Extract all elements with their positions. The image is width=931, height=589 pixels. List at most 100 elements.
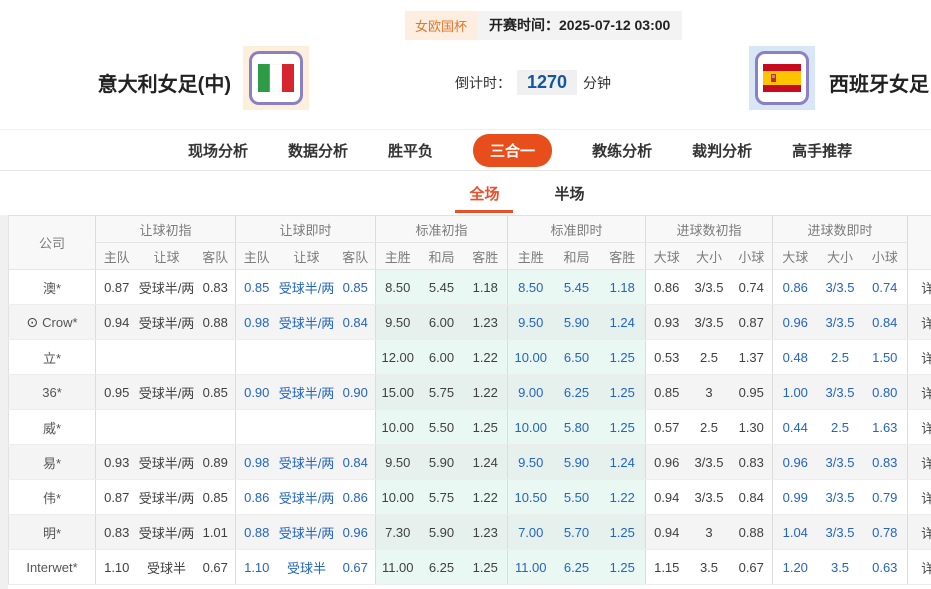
odds-cell: 受球半/两 xyxy=(278,305,336,340)
away-team-name: 西班牙女足 xyxy=(829,68,929,97)
odds-cell: 受球半/两 xyxy=(138,270,196,305)
detail-link[interactable]: 详情 xyxy=(908,550,931,585)
odds-cell: 0.95 xyxy=(96,375,138,410)
odds-cell: 5.75 xyxy=(420,375,464,410)
group-goals-initial: 进球数初指 xyxy=(646,216,773,243)
tab-coach-analysis[interactable]: 教练分析 xyxy=(592,140,652,161)
odds-cell: 0.88 xyxy=(731,515,773,550)
detail-link[interactable]: 详情 xyxy=(908,375,931,410)
col-draw: 和局 xyxy=(420,243,464,270)
odds-cell: 2.5 xyxy=(818,410,863,445)
odds-cell: 5.90 xyxy=(420,445,464,480)
odds-cell: 3/3.5 xyxy=(688,305,731,340)
detail-link[interactable]: 详情 xyxy=(908,480,931,515)
odds-cell: 1.01 xyxy=(196,515,236,550)
tab-data-analysis[interactable]: 数据分析 xyxy=(288,140,348,161)
odds-cell: 0.67 xyxy=(336,550,376,585)
tab-three-in-one[interactable]: 三合一 xyxy=(473,134,552,167)
odds-cell xyxy=(196,340,236,375)
odds-cell: 0.95 xyxy=(731,375,773,410)
col-line: 大小 xyxy=(688,243,731,270)
odds-table-body: 澳*0.87受球半/两0.830.85受球半/两0.858.505.451.18… xyxy=(9,270,931,585)
odds-cell: 0.87 xyxy=(96,480,138,515)
tab-expert-recommend[interactable]: 高手推荐 xyxy=(792,140,852,161)
odds-page: 女欧国杯 开赛时间：2025-07-12 03:00 意大利女足(中) 倒计时：… xyxy=(0,0,931,589)
odds-cell: 1.20 xyxy=(773,550,818,585)
odds-cell: 1.24 xyxy=(600,445,646,480)
odds-cell: 6.25 xyxy=(554,375,600,410)
odds-cell: 5.75 xyxy=(420,480,464,515)
odds-cell xyxy=(336,410,376,445)
company-cell: 澳* xyxy=(9,270,96,305)
odds-cell: 1.04 xyxy=(773,515,818,550)
odds-cell: 0.79 xyxy=(863,480,908,515)
detail-link[interactable]: 详情 xyxy=(908,270,931,305)
company-cell: 明* xyxy=(9,515,96,550)
odds-cell: 1.25 xyxy=(464,550,508,585)
odds-cell: 6.25 xyxy=(554,550,600,585)
odds-cell: 1.23 xyxy=(464,515,508,550)
odds-cell xyxy=(196,410,236,445)
odds-cell: 0.94 xyxy=(646,515,688,550)
group-goals-live: 进球数即时 xyxy=(773,216,908,243)
odds-cell: 10.00 xyxy=(508,410,554,445)
odds-cell: 9.50 xyxy=(376,445,420,480)
odds-cell: 受球半/两 xyxy=(138,305,196,340)
table-row: 澳*0.87受球半/两0.830.85受球半/两0.858.505.451.18… xyxy=(9,270,931,305)
detail-link[interactable]: 详情 xyxy=(908,445,931,480)
odds-cell: 1.25 xyxy=(600,340,646,375)
detail-link[interactable]: 详情 xyxy=(908,410,931,445)
odds-cell: 0.87 xyxy=(96,270,138,305)
subtab-half-time[interactable]: 半场 xyxy=(555,172,585,215)
odds-cell: 1.24 xyxy=(464,445,508,480)
odds-cell: 12.00 xyxy=(376,340,420,375)
detail-link[interactable]: 详情 xyxy=(908,340,931,375)
odds-cell: 6.50 xyxy=(554,340,600,375)
group-handicap-initial: 让球初指 xyxy=(96,216,236,243)
odds-cell: 1.24 xyxy=(600,305,646,340)
countdown: 倒计时： 1270 分钟 xyxy=(455,70,611,95)
odds-cell: 7.30 xyxy=(376,515,420,550)
tab-live-analysis[interactable]: 现场分析 xyxy=(188,140,248,161)
odds-cell: 15.00 xyxy=(376,375,420,410)
odds-cell: 0.93 xyxy=(646,305,688,340)
italy-flag-icon xyxy=(249,51,303,105)
tab-referee-analysis[interactable]: 裁判分析 xyxy=(692,140,752,161)
company-cell: 威* xyxy=(9,410,96,445)
odds-cell: 0.74 xyxy=(731,270,773,305)
col-away: 客队 xyxy=(196,243,236,270)
odds-cell: 0.86 xyxy=(773,270,818,305)
detail-link[interactable]: 详情 xyxy=(908,305,931,340)
subtab-full-time[interactable]: 全场 xyxy=(469,172,499,215)
odds-cell: 0.84 xyxy=(863,305,908,340)
company-cell: Interwet* xyxy=(9,550,96,585)
col-over: 大球 xyxy=(773,243,818,270)
table-row: 易*0.93受球半/两0.890.98受球半/两0.849.505.901.24… xyxy=(9,445,931,480)
detail-link[interactable]: 详情 xyxy=(908,515,931,550)
tab-win-draw-lose[interactable]: 胜平负 xyxy=(388,140,433,161)
company-cell: 易* xyxy=(9,445,96,480)
odds-cell: 8.50 xyxy=(376,270,420,305)
odds-cell: 受球半 xyxy=(138,550,196,585)
odds-cell: 0.98 xyxy=(236,305,278,340)
odds-table-header: 公司 让球初指 让球即时 标准初指 标准即时 进球数初指 进球数即时 主队 让球… xyxy=(9,216,931,270)
odds-cell: 0.88 xyxy=(196,305,236,340)
odds-cell: 0.84 xyxy=(336,305,376,340)
odds-cell: 3.5 xyxy=(688,550,731,585)
odds-cell: 3/3.5 xyxy=(818,270,863,305)
col-away-win: 客胜 xyxy=(464,243,508,270)
odds-cell: 0.94 xyxy=(646,480,688,515)
table-row: Interwet*1.10受球半0.671.10受球半0.6711.006.25… xyxy=(9,550,931,585)
odds-cell: 0.98 xyxy=(236,445,278,480)
odds-cell: 1.25 xyxy=(600,550,646,585)
odds-cell: 10.00 xyxy=(376,480,420,515)
odds-table: 公司 让球初指 让球即时 标准初指 标准即时 进球数初指 进球数即时 主队 让球… xyxy=(8,215,931,585)
odds-table-wrap: 公司 让球初指 让球即时 标准初指 标准即时 进球数初指 进球数即时 主队 让球… xyxy=(8,215,931,585)
odds-cell: 1.22 xyxy=(600,480,646,515)
soccer-ball-icon: ⊙ xyxy=(26,314,38,330)
odds-cell: 0.84 xyxy=(336,445,376,480)
odds-cell: 受球半/两 xyxy=(278,515,336,550)
odds-cell: 0.84 xyxy=(731,480,773,515)
home-team-name: 意大利女足(中) xyxy=(85,68,231,97)
odds-cell: 5.90 xyxy=(554,305,600,340)
